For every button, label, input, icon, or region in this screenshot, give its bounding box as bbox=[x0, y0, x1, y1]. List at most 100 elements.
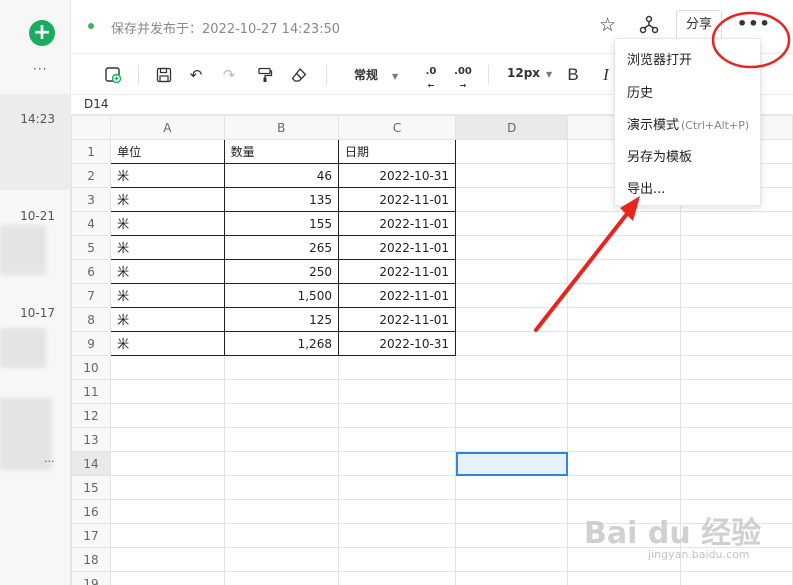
sidebar-item[interactable]: 14:23 bbox=[0, 94, 71, 190]
sheet-cell[interactable] bbox=[337, 451, 457, 476]
sheet-cell[interactable] bbox=[679, 451, 793, 476]
increase-decimal-icon[interactable]: .00 → bbox=[452, 65, 474, 90]
sheet-cell[interactable]: 2022-11-01 bbox=[337, 187, 457, 212]
menu-item-history[interactable]: 历史 bbox=[627, 82, 653, 101]
row-header[interactable]: 19 bbox=[71, 571, 112, 585]
sheet-cell[interactable] bbox=[455, 571, 569, 585]
row-header[interactable]: 5 bbox=[71, 235, 112, 260]
sheet-cell[interactable] bbox=[455, 187, 569, 212]
sheet-cell[interactable] bbox=[679, 355, 793, 380]
sheet-cell[interactable] bbox=[455, 163, 569, 188]
sheet-cell[interactable] bbox=[679, 427, 793, 452]
star-icon[interactable]: ☆ bbox=[599, 14, 616, 36]
sheet-cell[interactable]: 单位 bbox=[110, 139, 225, 164]
sheet-cell[interactable]: 2022-11-01 bbox=[337, 307, 457, 332]
insert-sheet-icon[interactable] bbox=[103, 65, 123, 85]
sheet-cell[interactable] bbox=[110, 427, 225, 452]
sheet-cell[interactable] bbox=[337, 523, 457, 548]
sheet-cell[interactable] bbox=[455, 331, 569, 356]
sheet-cell[interactable] bbox=[455, 355, 569, 380]
row-header[interactable]: 14 bbox=[71, 451, 112, 476]
row-header[interactable]: 8 bbox=[71, 307, 112, 332]
sheet-cell[interactable]: 155 bbox=[223, 211, 339, 236]
sheet-cell[interactable] bbox=[223, 451, 339, 476]
row-header[interactable]: 13 bbox=[71, 427, 112, 452]
sheet-cell[interactable] bbox=[567, 379, 681, 404]
sheet-cell[interactable] bbox=[110, 475, 225, 500]
sheet-cell[interactable]: 250 bbox=[223, 259, 339, 284]
menu-item-save-as-template[interactable]: 另存为模板 bbox=[627, 146, 692, 165]
sheet-cell[interactable] bbox=[337, 499, 457, 524]
add-icon[interactable]: + bbox=[29, 20, 55, 46]
sheet-cell[interactable] bbox=[455, 307, 569, 332]
sheet-cell[interactable] bbox=[455, 523, 569, 548]
sheet-cell[interactable] bbox=[337, 355, 457, 380]
sheet-cell[interactable]: 2022-11-01 bbox=[337, 259, 457, 284]
sheet-cell[interactable] bbox=[455, 211, 569, 236]
row-header[interactable]: 11 bbox=[71, 379, 112, 404]
sheet-cell[interactable] bbox=[567, 307, 681, 332]
sheet-cell[interactable] bbox=[679, 211, 793, 236]
sidebar-more-icon[interactable]: ··· bbox=[33, 62, 47, 76]
sheet-cell[interactable]: 2022-10-31 bbox=[337, 163, 457, 188]
sheet-cell[interactable] bbox=[337, 571, 457, 585]
column-header[interactable]: A bbox=[110, 115, 225, 140]
sheet-cell[interactable] bbox=[337, 379, 457, 404]
sheet-cell[interactable]: 46 bbox=[223, 163, 339, 188]
sheet-cell[interactable] bbox=[110, 451, 225, 476]
sheet-cell[interactable] bbox=[223, 475, 339, 500]
sheet-cell[interactable] bbox=[567, 451, 681, 476]
sheet-cell[interactable] bbox=[679, 235, 793, 260]
column-header[interactable]: C bbox=[337, 115, 457, 140]
eraser-icon[interactable] bbox=[289, 65, 309, 85]
sheet-cell[interactable]: 日期 bbox=[337, 139, 457, 164]
row-header[interactable]: 12 bbox=[71, 403, 112, 428]
undo-icon[interactable]: ↶ bbox=[186, 65, 206, 85]
sheet-cell[interactable] bbox=[455, 427, 569, 452]
sheet-cell[interactable]: 2022-11-01 bbox=[337, 211, 457, 236]
bold-button[interactable]: B bbox=[563, 65, 583, 85]
row-header[interactable]: 18 bbox=[71, 547, 112, 572]
sheet-cell[interactable] bbox=[455, 403, 569, 428]
column-header-selected[interactable]: D bbox=[455, 115, 569, 140]
sheet-cell[interactable] bbox=[455, 259, 569, 284]
sheet-cell[interactable] bbox=[679, 283, 793, 308]
sheet-cell[interactable]: 米 bbox=[110, 187, 225, 212]
sidebar-item[interactable]: 10-21 bbox=[0, 195, 71, 285]
sheet-cell[interactable] bbox=[455, 379, 569, 404]
sheet-cell[interactable] bbox=[679, 571, 793, 585]
sheet-cell[interactable] bbox=[455, 235, 569, 260]
sheet-cell[interactable] bbox=[567, 331, 681, 356]
more-options-button[interactable]: ••• bbox=[737, 10, 770, 40]
sheet-cell[interactable] bbox=[455, 139, 569, 164]
save-icon[interactable] bbox=[154, 65, 174, 85]
sheet-cell[interactable]: 135 bbox=[223, 187, 339, 212]
collaborate-icon[interactable] bbox=[638, 14, 660, 36]
row-header[interactable]: 1 bbox=[71, 139, 112, 164]
sheet-cell[interactable]: 2022-10-31 bbox=[337, 331, 457, 356]
sheet-cell[interactable]: 米 bbox=[110, 259, 225, 284]
row-header[interactable]: 3 bbox=[71, 187, 112, 212]
sheet-cell[interactable] bbox=[223, 379, 339, 404]
row-header[interactable]: 17 bbox=[71, 523, 112, 548]
sheet-cell[interactable]: 2022-11-01 bbox=[337, 283, 457, 308]
row-header[interactable]: 2 bbox=[71, 163, 112, 188]
sheet-cell[interactable] bbox=[679, 403, 793, 428]
sheet-cell[interactable] bbox=[455, 475, 569, 500]
sheet-cell[interactable] bbox=[679, 475, 793, 500]
sheet-cell[interactable] bbox=[223, 355, 339, 380]
sheet-cell[interactable]: 米 bbox=[110, 283, 225, 308]
sheet-cell[interactable] bbox=[455, 499, 569, 524]
font-size-select[interactable]: 12px ▼ bbox=[507, 66, 552, 80]
sheet-cell[interactable] bbox=[337, 403, 457, 428]
sheet-cell[interactable] bbox=[223, 499, 339, 524]
sheet-cell[interactable]: 米 bbox=[110, 211, 225, 236]
row-header[interactable]: 10 bbox=[71, 355, 112, 380]
sheet-cell[interactable] bbox=[567, 427, 681, 452]
sheet-cell[interactable] bbox=[110, 403, 225, 428]
sheet-cell[interactable] bbox=[567, 235, 681, 260]
menu-item-presentation-mode[interactable]: 演示模式 (Ctrl+Alt+P) bbox=[627, 114, 749, 133]
decrease-decimal-icon[interactable]: .0 ← bbox=[420, 65, 442, 90]
sheet-cell[interactable] bbox=[223, 427, 339, 452]
share-button[interactable]: 分享 bbox=[676, 10, 722, 40]
